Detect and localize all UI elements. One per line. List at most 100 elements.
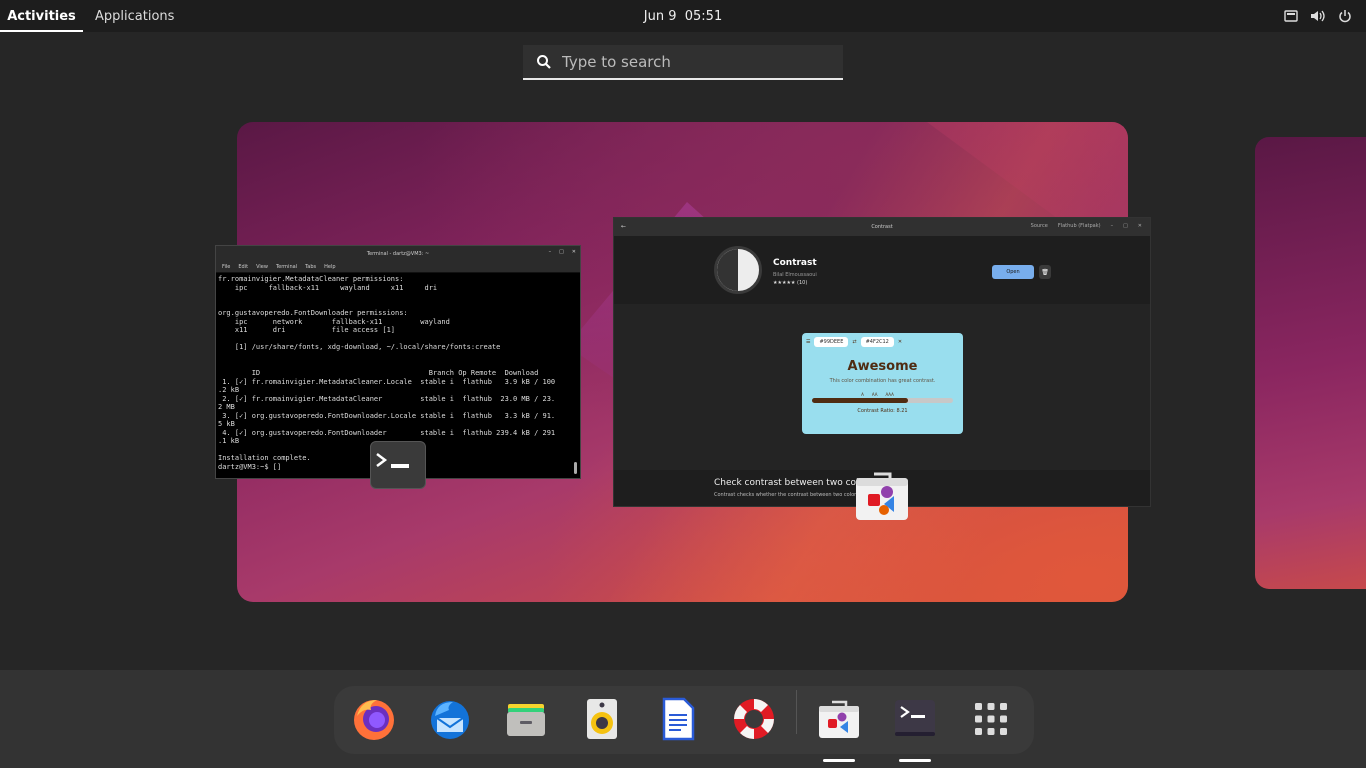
power-icon[interactable] (1338, 9, 1352, 23)
terminal-line: 2. [✓] fr.romainvigier.MetadataCleaner s… (218, 394, 556, 403)
dock-software[interactable] (813, 693, 865, 745)
trash-icon: 🗑 (1041, 268, 1049, 276)
terminal-icon (895, 700, 935, 736)
applications-menu[interactable]: Applications (95, 0, 174, 32)
menu-file[interactable]: File (222, 264, 230, 270)
dock-separator (796, 690, 797, 734)
terminal-line: x11 dri file access [1] (218, 326, 396, 335)
uninstall-button[interactable]: 🗑 (1039, 265, 1051, 279)
close-icon: ✕ (897, 339, 903, 345)
dock-files[interactable] (500, 693, 552, 745)
screenshot-toolbar: ☰ #99DEEE ⇄ #4F2C12 ✕ (802, 333, 963, 351)
clock[interactable]: Jun 9 05:51 (644, 9, 722, 24)
software-window-app-icon (854, 466, 910, 522)
terminal-line: fr.romainvigier.MetadataCleaner permissi… (218, 275, 404, 283)
software-running-indicator (823, 759, 855, 762)
software-title: Contrast (871, 224, 893, 230)
search-input[interactable] (562, 52, 843, 71)
terminal-line: org.gustavoperedo.FontDownloader permiss… (218, 309, 408, 318)
summary-title: Check contrast between two colo (714, 478, 865, 488)
dock-rhythmbox[interactable] (576, 693, 628, 745)
source-dropdown[interactable]: Flathub (Flatpak) (1058, 223, 1101, 229)
terminal-line: 4. [✓] org.gustavoperedo.FontDownloader … (218, 428, 556, 437)
rating-description: This color combination has great contras… (829, 378, 936, 384)
terminal-menubar: File Edit View Terminal Tabs Help (216, 261, 580, 273)
close-icon[interactable]: ✕ (572, 249, 576, 255)
maximize-icon[interactable]: □ (1123, 223, 1128, 229)
activities-button[interactable]: Activities (0, 0, 83, 32)
app-name: Contrast (773, 258, 817, 268)
volume-icon[interactable] (1310, 9, 1326, 23)
level-aaa: AAA (885, 392, 894, 397)
swap-icon: ⇄ (852, 339, 857, 345)
top-bar: Activities Applications Jun 9 05:51 (0, 0, 1366, 32)
contrast-levels: A AA AAA (792, 392, 963, 397)
terminal-line: 3. [✓] org.gustavoperedo.FontDownloader.… (218, 411, 556, 420)
maximize-icon[interactable]: □ (559, 249, 564, 255)
dock-terminal[interactable] (889, 693, 941, 745)
dock-show-apps[interactable] (965, 693, 1017, 745)
open-button[interactable]: Open (992, 265, 1034, 279)
level-a: A (861, 392, 864, 397)
software-icon (819, 700, 859, 738)
contrast-logo-icon (714, 246, 762, 294)
menu-help[interactable]: Help (324, 264, 335, 270)
rhythmbox-icon (587, 699, 617, 739)
terminal-line: 1. [✓] fr.romainvigier.MetadataCleaner.L… (218, 377, 556, 386)
terminal-line: 5 kB (218, 420, 235, 429)
minimize-icon[interactable]: – (1111, 223, 1114, 229)
network-icon[interactable] (1284, 10, 1298, 22)
back-icon[interactable]: ← (621, 223, 626, 230)
app-hero (614, 236, 1150, 304)
contrast-ratio: Contrast Ratio: 8.21 (857, 408, 908, 414)
terminal-line: ID Branch Op Remote Download (218, 369, 539, 378)
terminal-line: ipc network fallback-x11 wayland (218, 317, 450, 326)
terminal-title: Terminal - dartz@VM3: ~ (366, 250, 430, 257)
terminal-titlebar: Terminal - dartz@VM3: ~ – □ ✕ (216, 246, 580, 261)
thunderbird-icon (431, 701, 469, 739)
clock-container: Jun 9 05:51 (0, 0, 1366, 32)
minimize-icon[interactable]: – (549, 249, 552, 255)
dock-firefox[interactable] (348, 693, 400, 745)
menu-view[interactable]: View (256, 264, 268, 270)
terminal-line: .2 kB (218, 386, 240, 395)
terminal-line: [1] /usr/share/fonts, xdg-download, ~/.l… (218, 343, 501, 352)
terminal-window-app-icon (370, 441, 426, 489)
dock-thunderbird[interactable] (424, 693, 476, 745)
app-screenshot[interactable]: ☰ #99DEEE ⇄ #4F2C12 ✕ Awesome This color… (802, 333, 963, 434)
workspace-2[interactable] (1255, 137, 1366, 589)
software-headerbar: ← Contrast Source Flathub (Flatpak) – □ … (614, 218, 1150, 236)
software-window[interactable]: ← Contrast Source Flathub (Flatpak) – □ … (613, 217, 1151, 507)
dock-writer[interactable] (652, 693, 704, 745)
firefox-icon (354, 700, 394, 740)
menu-tabs[interactable]: Tabs (305, 264, 316, 270)
level-aa: AA (871, 392, 878, 397)
color2-field: #4F2C12 (860, 337, 894, 347)
files-icon (507, 704, 545, 736)
terminal-icon (376, 453, 409, 468)
dock-help[interactable] (728, 693, 780, 745)
app-developer[interactable]: Bilal Elmoussaoui (773, 272, 817, 278)
help-icon (734, 699, 774, 739)
app-rating: ★★★★★ (10) (773, 280, 808, 286)
terminal-scrollbar[interactable] (574, 462, 577, 474)
writer-icon (662, 697, 695, 741)
menu-edit[interactable]: Edit (238, 264, 248, 270)
app-grid-icon (975, 703, 1007, 735)
search-icon (537, 54, 551, 69)
contrast-level-fill (812, 398, 908, 403)
terminal-line: 2 MB (218, 403, 235, 412)
color1-field: #99DEEE (814, 337, 849, 347)
system-tray[interactable] (1284, 0, 1352, 32)
source-label: Source (1030, 223, 1048, 229)
close-icon[interactable]: ✕ (1138, 223, 1142, 229)
rating-word: Awesome (847, 359, 918, 374)
menu-terminal[interactable]: Terminal (276, 264, 297, 270)
terminal-line: ipc fallback-x11 wayland x11 dri (218, 283, 438, 292)
search-bar[interactable] (523, 45, 843, 80)
